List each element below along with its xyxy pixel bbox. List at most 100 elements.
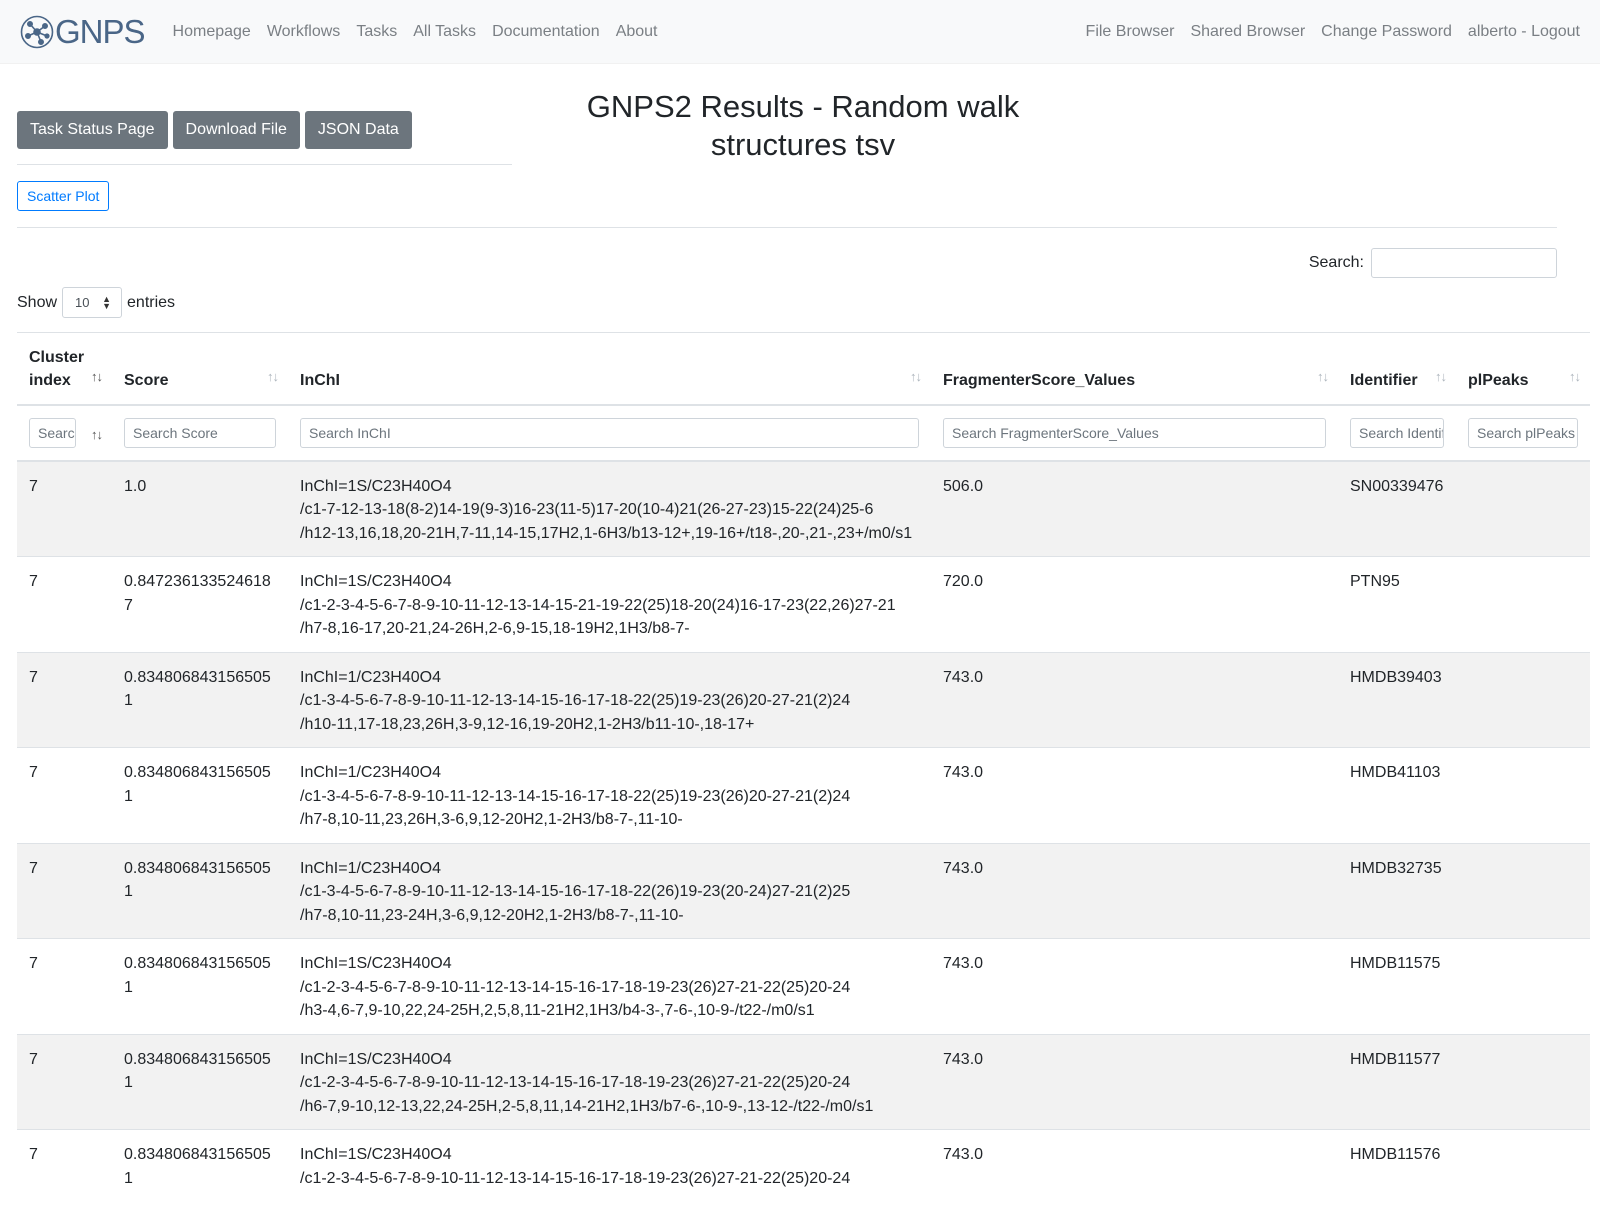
search-input[interactable] bbox=[1371, 248, 1557, 278]
col-inchi[interactable]: InChI ↑↓ bbox=[288, 332, 931, 406]
inchi-line: InChI=1/C23H40O4 bbox=[300, 859, 441, 877]
buttons-divider bbox=[17, 164, 512, 165]
scatter-plot-button[interactable]: Scatter Plot bbox=[17, 181, 110, 211]
table-row[interactable]: 7 1.0 InChI=1S/C23H40O4/c1-7-12-13-18(8-2)… bbox=[17, 460, 1590, 557]
inchi-line: InChI=1S/C23H40O4 bbox=[300, 1050, 452, 1068]
entries-select[interactable]: 10 ▲ ▼ bbox=[62, 287, 123, 318]
inchi-line: /h7-8,10-11,23-24H,3-6,9,12-20H2,1-2H3/b… bbox=[300, 906, 684, 924]
identifier-cell: HMDB41103 bbox=[1338, 747, 1456, 843]
col-plpeaks[interactable]: plPeaks ↑↓ bbox=[1456, 332, 1590, 406]
nav-homepage[interactable]: Homepage bbox=[173, 23, 251, 41]
sort-icon: ↑↓ bbox=[1435, 368, 1447, 384]
show-label: Show bbox=[17, 293, 58, 311]
plpeaks-cell bbox=[1456, 747, 1590, 843]
col-fragmenter-score[interactable]: FragmenterScore_Values ↑↓ bbox=[931, 332, 1338, 406]
sort-icon: ↑↓ bbox=[1569, 368, 1581, 384]
nav-file-browser[interactable]: File Browser bbox=[1086, 23, 1175, 41]
plpeaks-cell bbox=[1456, 651, 1590, 748]
score-cell: 0.8348068431565051 bbox=[112, 842, 288, 939]
filter-cell: Search Score bbox=[112, 404, 288, 462]
sort-icon: ↑↓ bbox=[1317, 368, 1329, 384]
cluster-cell: 7 bbox=[17, 1033, 112, 1130]
filter-plpeaks[interactable]: Search plPeaks bbox=[1468, 417, 1578, 448]
inchi-line: InChI=1S/C23H40O4 bbox=[300, 573, 452, 590]
nav-documentation[interactable]: Documentation bbox=[492, 23, 600, 41]
filter-score[interactable]: Search Score bbox=[124, 417, 276, 448]
col-label: InChI bbox=[300, 371, 340, 389]
inchi-line: /c1-2-3-4-5-6-7-8-9-10-11-12-13-14-15-16… bbox=[300, 978, 851, 996]
col-cluster-index[interactable]: Cluster index ↑↓ bbox=[17, 332, 112, 406]
results-table: Cluster index ↑↓ Score ↑↓ InChI ↑↓ Fragment… bbox=[17, 332, 1590, 1225]
filter-cluster-index[interactable]: Search Cluster index bbox=[29, 417, 76, 448]
filter-cell: Search InChI bbox=[288, 404, 931, 462]
nav-about[interactable]: About bbox=[616, 23, 658, 41]
nav-logout[interactable]: alberto - Logout bbox=[1468, 23, 1580, 41]
brand-logo[interactable]: GNPS bbox=[20, 13, 146, 50]
score-cell: 0.8348068431565051 bbox=[112, 938, 288, 1034]
inchi-line: /c1-3-4-5-6-7-8-9-10-11-12-13-14-15-16-1… bbox=[300, 692, 851, 709]
score-cell: 0.8472361335246187 bbox=[112, 556, 288, 652]
identifier-cell: HMDB11575 bbox=[1338, 938, 1456, 1034]
table-row[interactable]: 7 0.8348068431565051 InChI=1/C23H40O4/c1-3… bbox=[17, 842, 1590, 939]
inchi-cell: InChI=1S/C23H40O4/c1-7-12-13-18(8-2)14-1… bbox=[288, 460, 931, 557]
cluster-cell: 7 bbox=[17, 556, 112, 652]
identifier-cell: PTN95 bbox=[1338, 556, 1456, 652]
inchi-line: InChI=1S/C23H40O4 bbox=[300, 955, 452, 972]
download-file-button[interactable]: Download File bbox=[172, 111, 300, 149]
inchi-line: InChI=1S/C23H40O4 bbox=[300, 477, 452, 495]
inchi-line: /h3-4,6-7,9-10,22,24-25H,2,5,8,11-21H2,1… bbox=[300, 1002, 815, 1019]
identifier-cell: SN00339476 bbox=[1338, 460, 1456, 557]
inchi-line: InChI=1/C23H40O4 bbox=[300, 764, 441, 781]
cluster-cell: 7 bbox=[17, 842, 112, 939]
fragmenter-score-cell: 743.0 bbox=[931, 747, 1338, 843]
inchi-cell: InChI=1/C23H40O4/c1-3-4-5-6-7-8-9-10-11-… bbox=[288, 747, 931, 843]
nav-right-links: File Browser Shared Browser Change Passw… bbox=[1086, 23, 1580, 41]
inchi-cell: InChI=1S/C23H40O4/c1-2-3-4-5-6-7-8-9-10-… bbox=[288, 938, 931, 1034]
fragmenter-score-cell: 743.0 bbox=[931, 651, 1338, 748]
score-cell: 0.8348068431565051 bbox=[112, 1033, 288, 1130]
table-row[interactable]: 7 0.8348068431565051 InChI=1/C23H40O4/c1-3… bbox=[17, 747, 1590, 843]
nav-all-tasks[interactable]: All Tasks bbox=[413, 23, 476, 41]
brand-text: GNPS bbox=[55, 13, 146, 50]
inchi-cell: InChI=1S/C23H40O4/c1-2-3-4-5-6-7-8-9-10-… bbox=[288, 556, 931, 652]
inchi-line: /c1-2-3-4-5-6-7-8-9-10-11-12-13-14-15-16… bbox=[300, 1074, 851, 1091]
sort-icon: ↑↓ bbox=[91, 426, 103, 442]
cluster-cell: 7 bbox=[17, 938, 112, 1034]
filter-fragmenter-score[interactable]: Search FragmenterScore_Values bbox=[943, 417, 1326, 448]
filter-inchi[interactable]: Search InChI bbox=[300, 417, 919, 448]
col-identifier[interactable]: Identifier ↑↓ bbox=[1338, 332, 1456, 406]
table-row[interactable]: 7 0.8348068431565051 InChI=1S/C23H40O4/c1-… bbox=[17, 938, 1590, 1034]
entries-length: Show 10 ▲ ▼ entries bbox=[17, 287, 175, 318]
inchi-cell: InChI=1S/C23H40O4/c1-2-3-4-5-6-7-8-9-10-… bbox=[288, 1129, 931, 1225]
plpeaks-cell bbox=[1456, 938, 1590, 1034]
page-title: GNPS2 Results - Random walk structures t… bbox=[586, 89, 1020, 162]
col-score[interactable]: Score ↑↓ bbox=[112, 332, 288, 406]
identifier-cell: HMDB11576 bbox=[1338, 1129, 1456, 1225]
plpeaks-cell bbox=[1456, 842, 1590, 939]
task-status-button[interactable]: Task Status Page bbox=[17, 111, 168, 149]
nav-tasks[interactable]: Tasks bbox=[356, 23, 397, 41]
plpeaks-cell bbox=[1456, 460, 1590, 557]
cluster-cell: 7 bbox=[17, 460, 112, 557]
sort-icon: ↑↓ bbox=[910, 368, 922, 384]
cluster-cell: 7 bbox=[17, 747, 112, 843]
col-label: plPeaks bbox=[1468, 371, 1529, 389]
table-row[interactable]: 7 0.8348068431565051 InChI=1S/C23H40O4/c1-… bbox=[17, 1129, 1590, 1225]
json-data-button[interactable]: JSON Data bbox=[304, 111, 412, 149]
inchi-cell: InChI=1/C23H40O4/c1-3-4-5-6-7-8-9-10-11-… bbox=[288, 842, 931, 939]
inchi-cell: InChI=1/C23H40O4/c1-3-4-5-6-7-8-9-10-11-… bbox=[288, 651, 931, 748]
gnps-logo-icon bbox=[20, 15, 54, 48]
nav-workflows[interactable]: Workflows bbox=[267, 23, 341, 41]
sort-icon: ↑↓ bbox=[91, 368, 103, 384]
filter-cell: Search Cluster index ↑↓ bbox=[17, 404, 112, 462]
score-cell: 0.8348068431565051 bbox=[112, 747, 288, 843]
nav-shared-browser[interactable]: Shared Browser bbox=[1190, 23, 1305, 41]
table-row[interactable]: 7 0.8472361335246187 InChI=1S/C23H40O4/c1-… bbox=[17, 556, 1590, 652]
col-label: Cluster index bbox=[29, 348, 85, 389]
fragmenter-score-cell: 743.0 bbox=[931, 1033, 1338, 1130]
table-row[interactable]: 7 0.8348068431565051 InChI=1/C23H40O4/c1-3… bbox=[17, 651, 1590, 748]
nav-change-password[interactable]: Change Password bbox=[1321, 23, 1452, 41]
inchi-line: /h10-11,17-18,23,26H,3-9,12-16,19-20H2,1… bbox=[300, 715, 755, 733]
table-row[interactable]: 7 0.8348068431565051 InChI=1S/C23H40O4/c1-… bbox=[17, 1033, 1590, 1130]
filter-identifier[interactable]: Search Identifier bbox=[1350, 417, 1444, 448]
